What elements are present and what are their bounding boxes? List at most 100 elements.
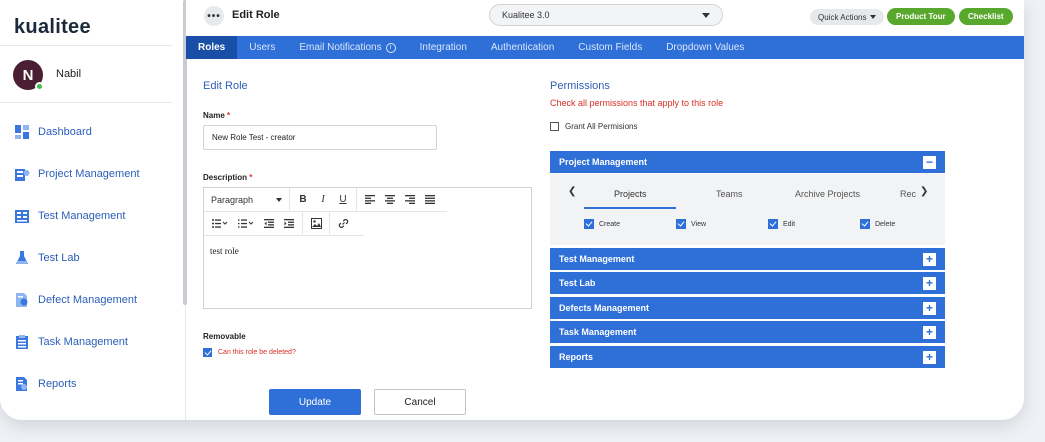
test-management-icon bbox=[15, 210, 29, 223]
page-title: Edit Role bbox=[232, 9, 280, 21]
checklist-button[interactable]: Checklist bbox=[959, 8, 1013, 25]
more-menu-icon[interactable]: ••• bbox=[204, 6, 224, 26]
app-window: kualitee N Nabil Dashboard Project Manag… bbox=[0, 0, 1024, 420]
sub-tab-projects[interactable]: Projects bbox=[614, 189, 647, 199]
tab-email-notifications[interactable]: Email Notifications i bbox=[287, 36, 407, 59]
list-group bbox=[204, 211, 303, 236]
permission-view[interactable]: View bbox=[676, 219, 706, 229]
indent-icon[interactable] bbox=[279, 212, 299, 236]
section-label: Project Management bbox=[559, 157, 648, 167]
sidebar-item-label: Test Lab bbox=[38, 252, 80, 264]
create-checkbox[interactable] bbox=[584, 219, 594, 229]
link-icon[interactable] bbox=[333, 212, 353, 236]
chevron-right-icon[interactable]: ❯ bbox=[920, 186, 928, 197]
name-input[interactable] bbox=[203, 125, 437, 150]
sidebar-item-label: Defect Management bbox=[38, 294, 138, 306]
kualitee-logo[interactable]: kualitee bbox=[14, 16, 91, 39]
section-test-lab[interactable]: Test Lab + bbox=[550, 272, 945, 294]
sidebar-item-label: Project Management bbox=[38, 168, 140, 180]
underline-icon[interactable]: U bbox=[333, 188, 353, 212]
sidebar-item-project-management[interactable]: Project Management bbox=[14, 166, 140, 182]
numbered-list-icon[interactable] bbox=[233, 212, 259, 236]
section-task-management[interactable]: Task Management + bbox=[550, 321, 945, 343]
expand-icon[interactable]: + bbox=[923, 301, 936, 315]
expand-icon[interactable]: + bbox=[923, 350, 936, 364]
editor-toolbar-row bbox=[204, 211, 364, 236]
grant-all-row[interactable]: Grant All Permisions bbox=[550, 122, 637, 131]
align-left-icon[interactable] bbox=[360, 188, 380, 212]
italic-icon[interactable]: I bbox=[313, 188, 333, 212]
sidebar-item-test-lab[interactable]: Test Lab bbox=[14, 250, 80, 266]
quick-actions-button[interactable]: Quick Actions bbox=[810, 9, 885, 25]
image-icon[interactable] bbox=[306, 212, 326, 236]
description-editor[interactable]: Paragraph B I U test role bbox=[203, 187, 532, 309]
product-tour-button[interactable]: Product Tour bbox=[887, 8, 955, 25]
edit-checkbox[interactable] bbox=[768, 219, 778, 229]
align-justify-icon[interactable] bbox=[420, 188, 440, 212]
removable-label: Removable bbox=[203, 332, 246, 341]
avatar-initial: N bbox=[22, 66, 34, 84]
settings-tabs: Roles Users Email Notifications i Integr… bbox=[186, 36, 1024, 59]
project-management-panel: ❮ Projects Teams Archive Projects Rec ❯ … bbox=[550, 174, 945, 245]
expand-icon[interactable]: + bbox=[923, 276, 936, 290]
tab-roles[interactable]: Roles bbox=[186, 36, 238, 59]
sub-tab-archive-projects[interactable]: Archive Projects bbox=[795, 189, 860, 199]
avatar[interactable]: N bbox=[13, 60, 44, 91]
active-tab-underline bbox=[584, 207, 676, 209]
sidebar-item-dashboard[interactable]: Dashboard bbox=[14, 124, 92, 140]
sidebar-item-reports[interactable]: Reports bbox=[14, 376, 77, 392]
sub-tab-teams[interactable]: Teams bbox=[716, 189, 743, 199]
sidebar-item-defect-management[interactable]: Defect Management bbox=[14, 292, 137, 308]
sidebar-divider bbox=[0, 45, 172, 46]
task-icon bbox=[16, 335, 28, 349]
section-label: Test Lab bbox=[559, 278, 596, 288]
chevron-left-icon[interactable]: ❮ bbox=[568, 186, 576, 197]
sidebar-item-task-management[interactable]: Task Management bbox=[14, 334, 128, 350]
removable-checkbox[interactable] bbox=[203, 348, 212, 357]
view-checkbox[interactable] bbox=[676, 219, 686, 229]
section-project-management[interactable]: Project Management − bbox=[550, 151, 945, 173]
flask-icon bbox=[16, 251, 28, 264]
align-group bbox=[357, 188, 443, 212]
section-test-management[interactable]: Test Management + bbox=[550, 248, 945, 270]
tab-users[interactable]: Users bbox=[237, 36, 287, 59]
bullet-list-icon[interactable] bbox=[207, 212, 233, 236]
delete-checkbox[interactable] bbox=[860, 219, 870, 229]
tab-authentication[interactable]: Authentication bbox=[479, 36, 566, 59]
sidebar: kualitee N Nabil Dashboard Project Manag… bbox=[0, 0, 187, 420]
permission-delete[interactable]: Delete bbox=[860, 219, 895, 229]
sidebar-item-test-management[interactable]: Test Management bbox=[14, 208, 125, 224]
name-label: Name * bbox=[203, 111, 231, 120]
permissions-subtitle: Check all permissions that apply to this… bbox=[550, 98, 724, 108]
align-right-icon[interactable] bbox=[400, 188, 420, 212]
outdent-icon[interactable] bbox=[259, 212, 279, 236]
quick-actions-label: Quick Actions bbox=[818, 12, 867, 22]
tab-custom-fields[interactable]: Custom Fields bbox=[566, 36, 654, 59]
description-content: test role bbox=[210, 246, 239, 256]
info-icon[interactable]: i bbox=[385, 42, 396, 53]
defect-icon bbox=[16, 293, 28, 307]
user-name: Nabil bbox=[56, 68, 82, 80]
align-center-icon[interactable] bbox=[380, 188, 400, 212]
expand-icon[interactable]: + bbox=[923, 252, 936, 266]
permission-label: Delete bbox=[875, 220, 896, 228]
removable-checkbox-row[interactable]: Can this role be deleted? bbox=[203, 348, 296, 357]
editor-toolbar-row: Paragraph B I U bbox=[204, 187, 447, 212]
grant-all-checkbox[interactable] bbox=[550, 122, 559, 131]
permission-edit[interactable]: Edit bbox=[768, 219, 795, 229]
permission-create[interactable]: Create bbox=[584, 219, 620, 229]
section-reports[interactable]: Reports + bbox=[550, 346, 945, 368]
project-select[interactable]: Kualitee 3.0 bbox=[489, 4, 723, 26]
paragraph-format-select[interactable]: Paragraph bbox=[204, 187, 290, 212]
sub-tab-rec[interactable]: Rec bbox=[900, 189, 916, 199]
update-button[interactable]: Update bbox=[269, 389, 361, 415]
expand-icon[interactable]: + bbox=[923, 325, 936, 339]
grant-all-label: Grant All Permisions bbox=[565, 122, 638, 131]
tab-dropdown-values[interactable]: Dropdown Values bbox=[654, 36, 756, 59]
cancel-button[interactable]: Cancel bbox=[374, 389, 466, 415]
dashboard-icon bbox=[15, 125, 29, 139]
section-defects-management[interactable]: Defects Management + bbox=[550, 297, 945, 319]
tab-integration[interactable]: Integration bbox=[408, 36, 479, 59]
bold-icon[interactable]: B bbox=[293, 188, 313, 212]
collapse-icon[interactable]: − bbox=[923, 155, 936, 169]
